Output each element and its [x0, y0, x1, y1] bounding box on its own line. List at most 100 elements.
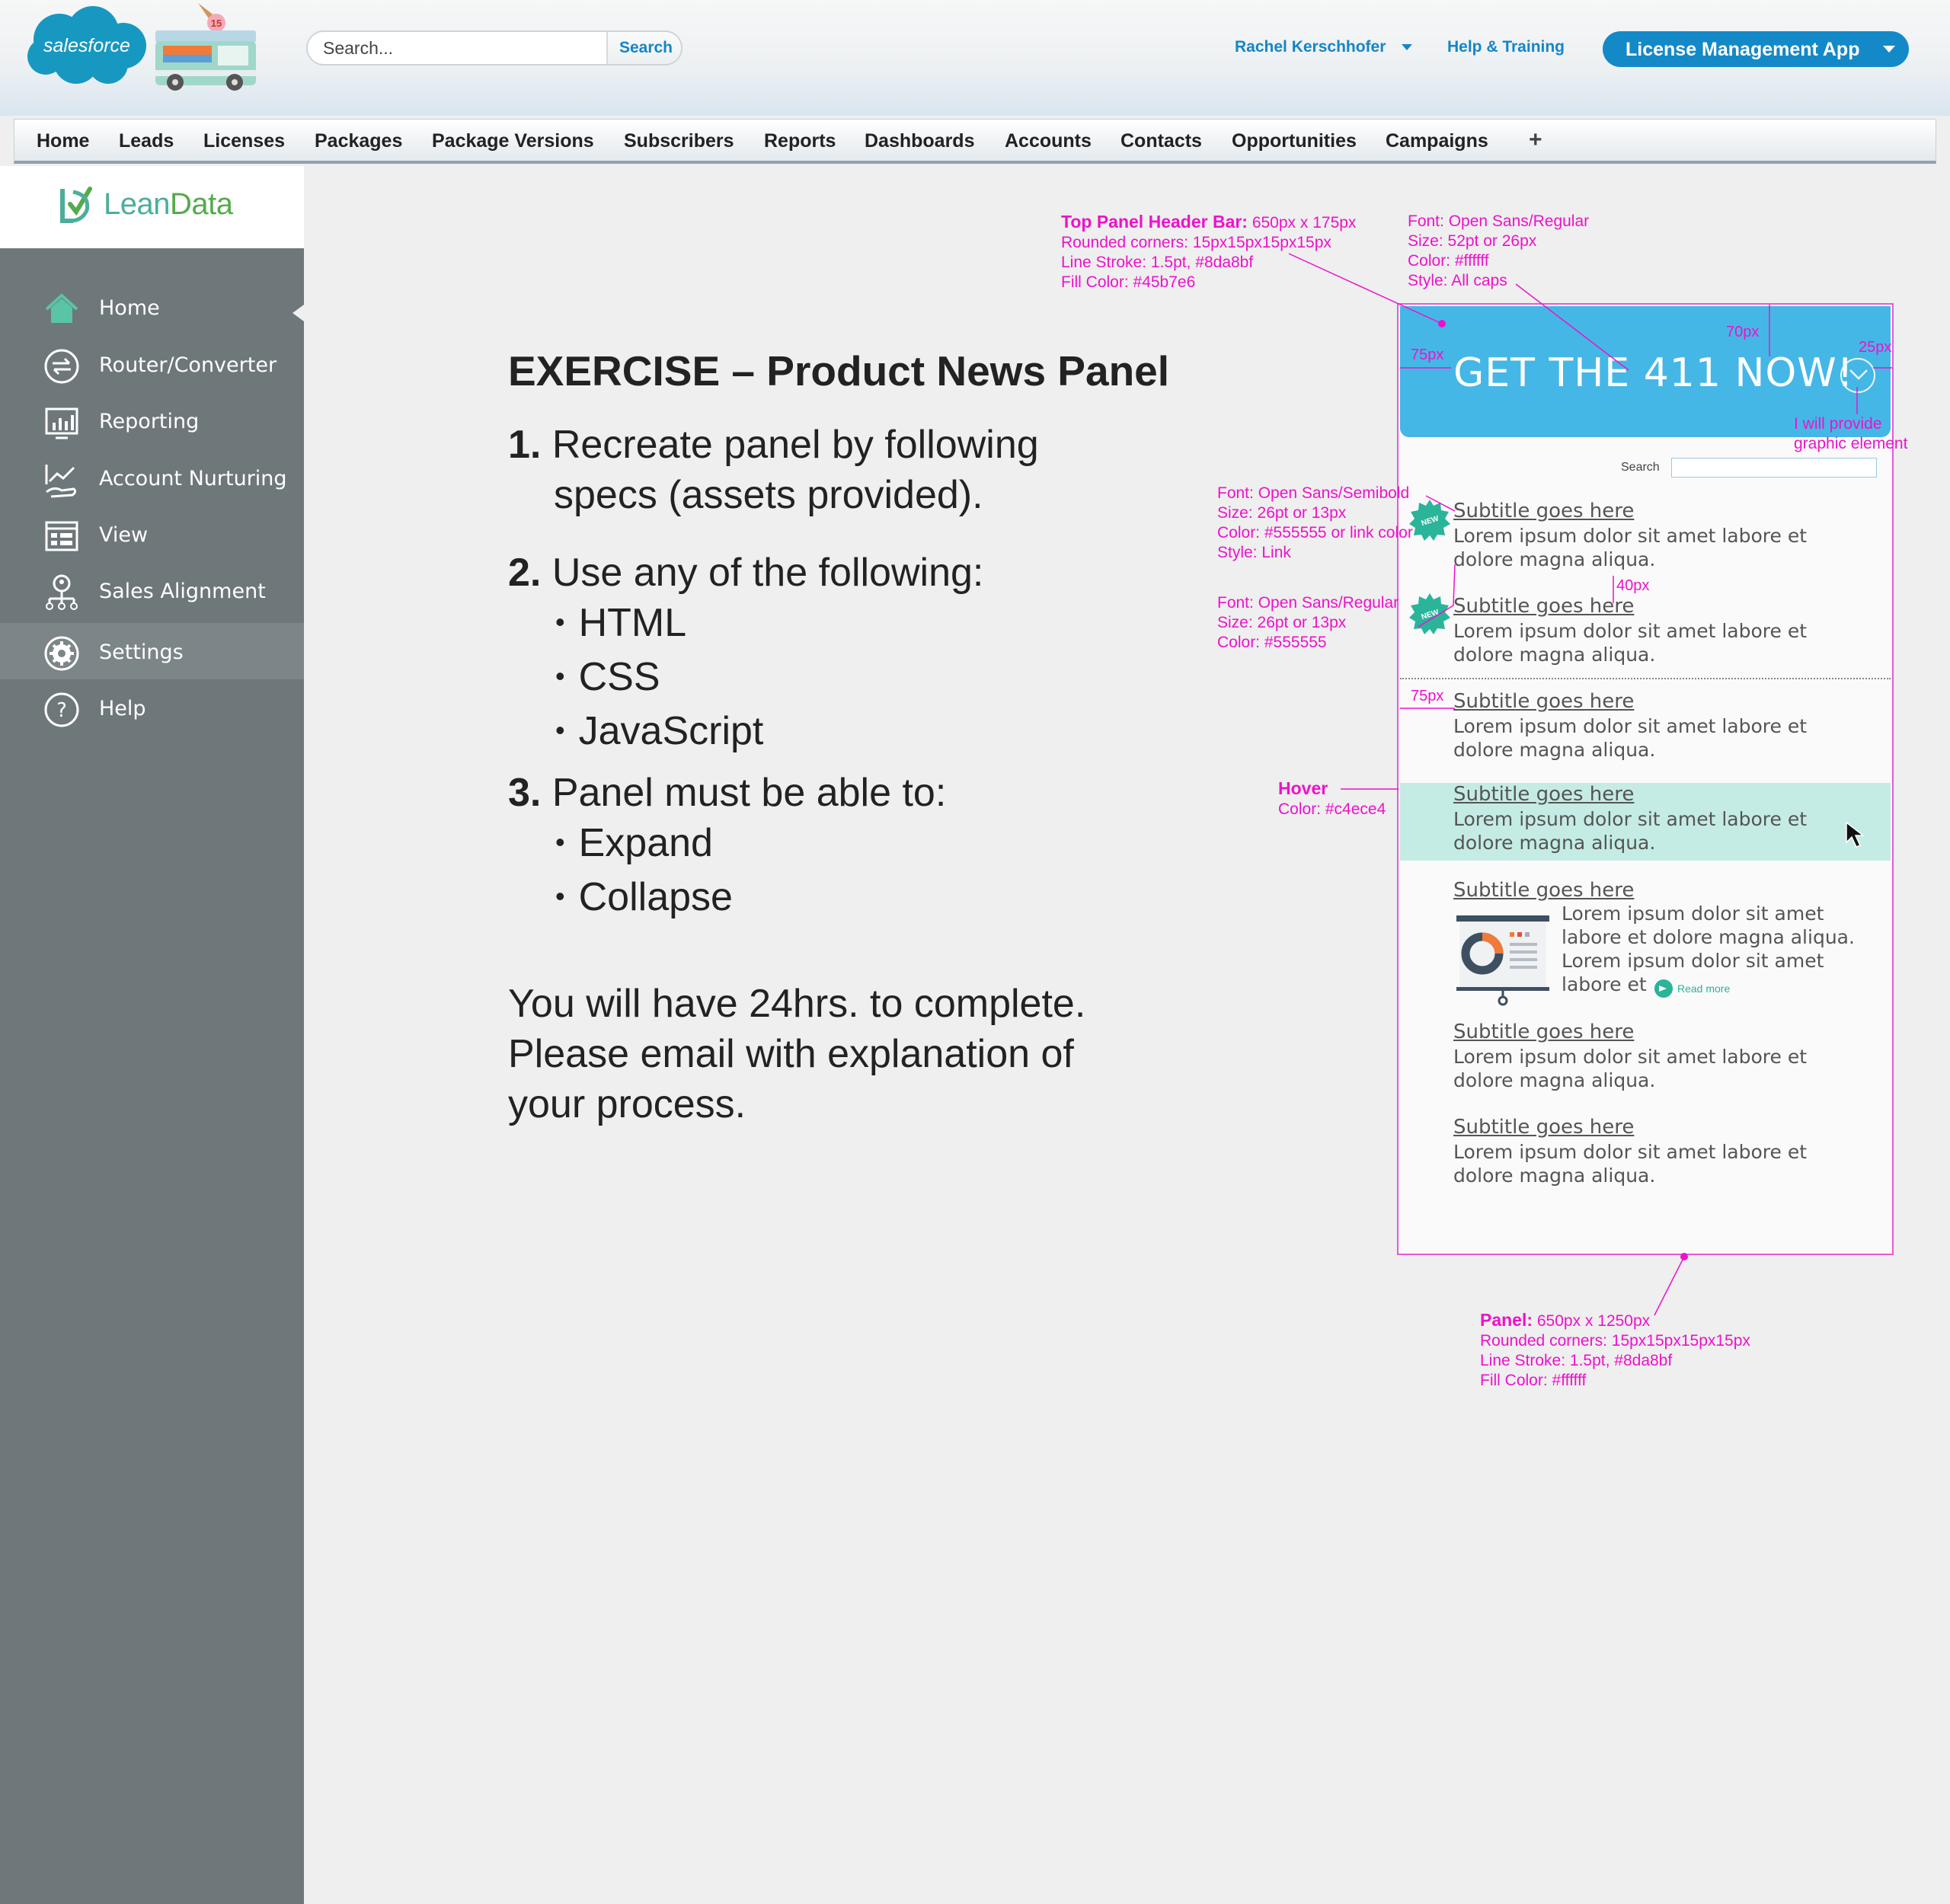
- news-subtitle-link[interactable]: Subtitle goes here: [1453, 595, 1634, 618]
- annotation-subtitle-font: Font: Open Sans/Semibold Size: 26pt or 1…: [1217, 484, 1413, 561]
- news-subtitle-link[interactable]: Subtitle goes here: [1453, 783, 1634, 806]
- news-text: Lorem ipsum dolor sit amet labore et: [1453, 525, 1808, 547]
- router-icon: [44, 349, 79, 384]
- svg-text:salesforce: salesforce: [43, 35, 130, 56]
- list-item[interactable]: NEW Subtitle goes here Lorem ipsum dolor…: [1400, 590, 1891, 682]
- leandata-logo[interactable]: LeanData: [0, 166, 304, 248]
- sidebar-item-sales-alignment[interactable]: Sales Alignment: [0, 562, 304, 618]
- panel-search-input[interactable]: [1671, 458, 1877, 478]
- news-text: dolore magna aliqua.: [1453, 739, 1656, 761]
- sidebar-item-router-converter[interactable]: Router/Converter: [0, 336, 304, 392]
- bullet-collapse: Collapse: [508, 872, 946, 926]
- sidebar-item-label: Reporting: [99, 410, 200, 433]
- panel-title: GET THE 411 NOW!: [1453, 350, 1854, 396]
- sidebar-item-label: Help: [99, 697, 146, 720]
- user-menu[interactable]: Rachel Kerschhofer: [1235, 38, 1386, 56]
- sidebar-item-label: Account Nurturing: [99, 467, 287, 490]
- list-item[interactable]: Subtitle goes here Lorem ipsum dolor sit…: [1400, 1116, 1891, 1200]
- step-1: 1. Recreate panel by following specs (as…: [508, 423, 1039, 517]
- sidebar-item-view[interactable]: View: [0, 506, 304, 562]
- chevron-down-icon: [1883, 46, 1895, 53]
- tab-dashboards[interactable]: Dashboards: [865, 130, 974, 152]
- sidebar: Home Router/Converter Reporting Account …: [0, 248, 304, 1904]
- read-more-link[interactable]: Read more: [1677, 982, 1730, 995]
- global-search-input[interactable]: [308, 32, 605, 64]
- tab-reports[interactable]: Reports: [764, 130, 836, 152]
- active-item-pointer: [292, 305, 304, 321]
- reporting-icon: [45, 407, 78, 439]
- tab-leads[interactable]: Leads: [119, 130, 174, 152]
- sidebar-item-label: Home: [99, 296, 160, 320]
- list-item[interactable]: Subtitle goes here Lorem ipsum dolor sit…: [1400, 685, 1891, 777]
- dimension-label: 75px: [1411, 347, 1444, 363]
- tab-campaigns[interactable]: Campaigns: [1386, 130, 1488, 152]
- news-text: Lorem ipsum dolor sit amet labore et: [1453, 808, 1808, 830]
- dimension-label: 70px: [1726, 324, 1760, 340]
- tab-bar: Home Leads Licenses Packages Package Ver…: [14, 119, 1936, 164]
- news-subtitle-link[interactable]: Subtitle goes here: [1453, 1116, 1634, 1139]
- news-text: Lorem ipsum dolor sit amet labore et: [1453, 1046, 1808, 1068]
- sidebar-item-label: Router/Converter: [99, 353, 277, 377]
- exercise-instructions: EXERCISE – Product News Panel 1. Recreat…: [508, 347, 1194, 1126]
- tab-packages[interactable]: Packages: [315, 130, 402, 152]
- annotation-title-font: Font: Open Sans/Regular Size: 52pt or 26…: [1408, 212, 1590, 289]
- sidebar-item-reporting[interactable]: Reporting: [0, 392, 304, 449]
- news-text: dolore magna aliqua.: [1453, 644, 1656, 666]
- dashboard-illustration-icon: [1456, 915, 1549, 1006]
- news-text: dolore magna aliqua.: [1453, 548, 1656, 570]
- leandata-logo-icon: [60, 187, 92, 223]
- tab-accounts[interactable]: Accounts: [1005, 130, 1092, 152]
- news-text: labore et dolore magna aliqua.: [1562, 926, 1855, 948]
- list-item-hover[interactable]: Subtitle goes here Lorem ipsum dolor sit…: [1400, 783, 1891, 861]
- list-item[interactable]: NEW Subtitle goes here Lorem ipsum dolor…: [1400, 495, 1891, 586]
- tab-opportunities[interactable]: Opportunities: [1232, 130, 1357, 152]
- dimension-label: 75px: [1411, 688, 1444, 704]
- bullet-expand: Expand: [508, 818, 946, 872]
- tab-home[interactable]: Home: [37, 130, 89, 152]
- sidebar-item-settings[interactable]: Settings: [0, 623, 304, 679]
- mouse-cursor-icon: [1846, 821, 1865, 848]
- list-item[interactable]: Subtitle goes here Lorem ipsum dolor sit…: [1400, 1021, 1891, 1104]
- app-switcher-button[interactable]: License Management App: [1603, 31, 1909, 67]
- sidebar-item-home[interactable]: Home: [0, 279, 304, 335]
- arrow-right-icon[interactable]: [1654, 979, 1673, 998]
- sidebar-item-label: Sales Alignment: [99, 580, 266, 603]
- news-text: dolore magna aliqua.: [1453, 832, 1656, 854]
- sidebar-item-label: Settings: [99, 641, 184, 664]
- annotation-graphic-note: I will provide graphic element: [1794, 415, 1908, 452]
- step-3: 3. Panel must be able to: Expand Collaps…: [508, 768, 946, 926]
- annotation-hover: Hover Color: #c4ece4: [1278, 778, 1386, 818]
- news-text: Lorem ipsum dolor sit amet: [1562, 902, 1824, 925]
- help-icon: ?: [44, 692, 79, 727]
- annotation-panel: Panel: 650px x 1250px Rounded corners: 1…: [1480, 1310, 1750, 1389]
- bullet-css: CSS: [508, 652, 983, 706]
- news-text: Lorem ipsum dolor sit amet: [1562, 950, 1824, 972]
- salesforce-logo[interactable]: salesforce: [23, 3, 151, 88]
- tab-package-versions[interactable]: Package Versions: [432, 130, 594, 152]
- add-tab-icon[interactable]: +: [1529, 127, 1542, 153]
- news-subtitle-link[interactable]: Subtitle goes here: [1453, 1021, 1634, 1043]
- leandata-logo-text: LeanData: [104, 187, 233, 221]
- sidebar-item-help[interactable]: ? Help: [0, 679, 304, 736]
- news-text: dolore magna aliqua.: [1453, 1069, 1656, 1091]
- collapse-toggle-button[interactable]: [1840, 358, 1875, 393]
- tab-contacts[interactable]: Contacts: [1120, 130, 1202, 152]
- global-search-button[interactable]: Search: [606, 32, 681, 64]
- home-icon: [45, 293, 78, 323]
- top-header: salesforce 15 Search Rachel Kerschhofer …: [0, 0, 1950, 116]
- news-subtitle-link[interactable]: Subtitle goes here: [1453, 500, 1634, 522]
- tab-licenses[interactable]: Licenses: [203, 130, 285, 152]
- sales-alignment-icon: [46, 574, 78, 610]
- help-training-link[interactable]: Help & Training: [1447, 38, 1565, 56]
- sidebar-item-account-nurturing[interactable]: Account Nurturing: [0, 449, 304, 506]
- ice-cream-truck-icon: 15: [155, 3, 256, 91]
- news-subtitle-link[interactable]: Subtitle goes here: [1453, 690, 1634, 713]
- chevron-down-icon[interactable]: [1402, 44, 1412, 50]
- news-text: Lorem ipsum dolor sit amet labore et: [1453, 715, 1808, 737]
- panel-search-label: Search: [1621, 461, 1660, 474]
- svg-text:15: 15: [211, 18, 222, 29]
- bullet-html: HTML: [508, 598, 983, 652]
- news-subtitle-link[interactable]: Subtitle goes here: [1453, 879, 1634, 902]
- news-text: dolore magna aliqua.: [1453, 1164, 1656, 1187]
- tab-subscribers[interactable]: Subscribers: [624, 130, 734, 152]
